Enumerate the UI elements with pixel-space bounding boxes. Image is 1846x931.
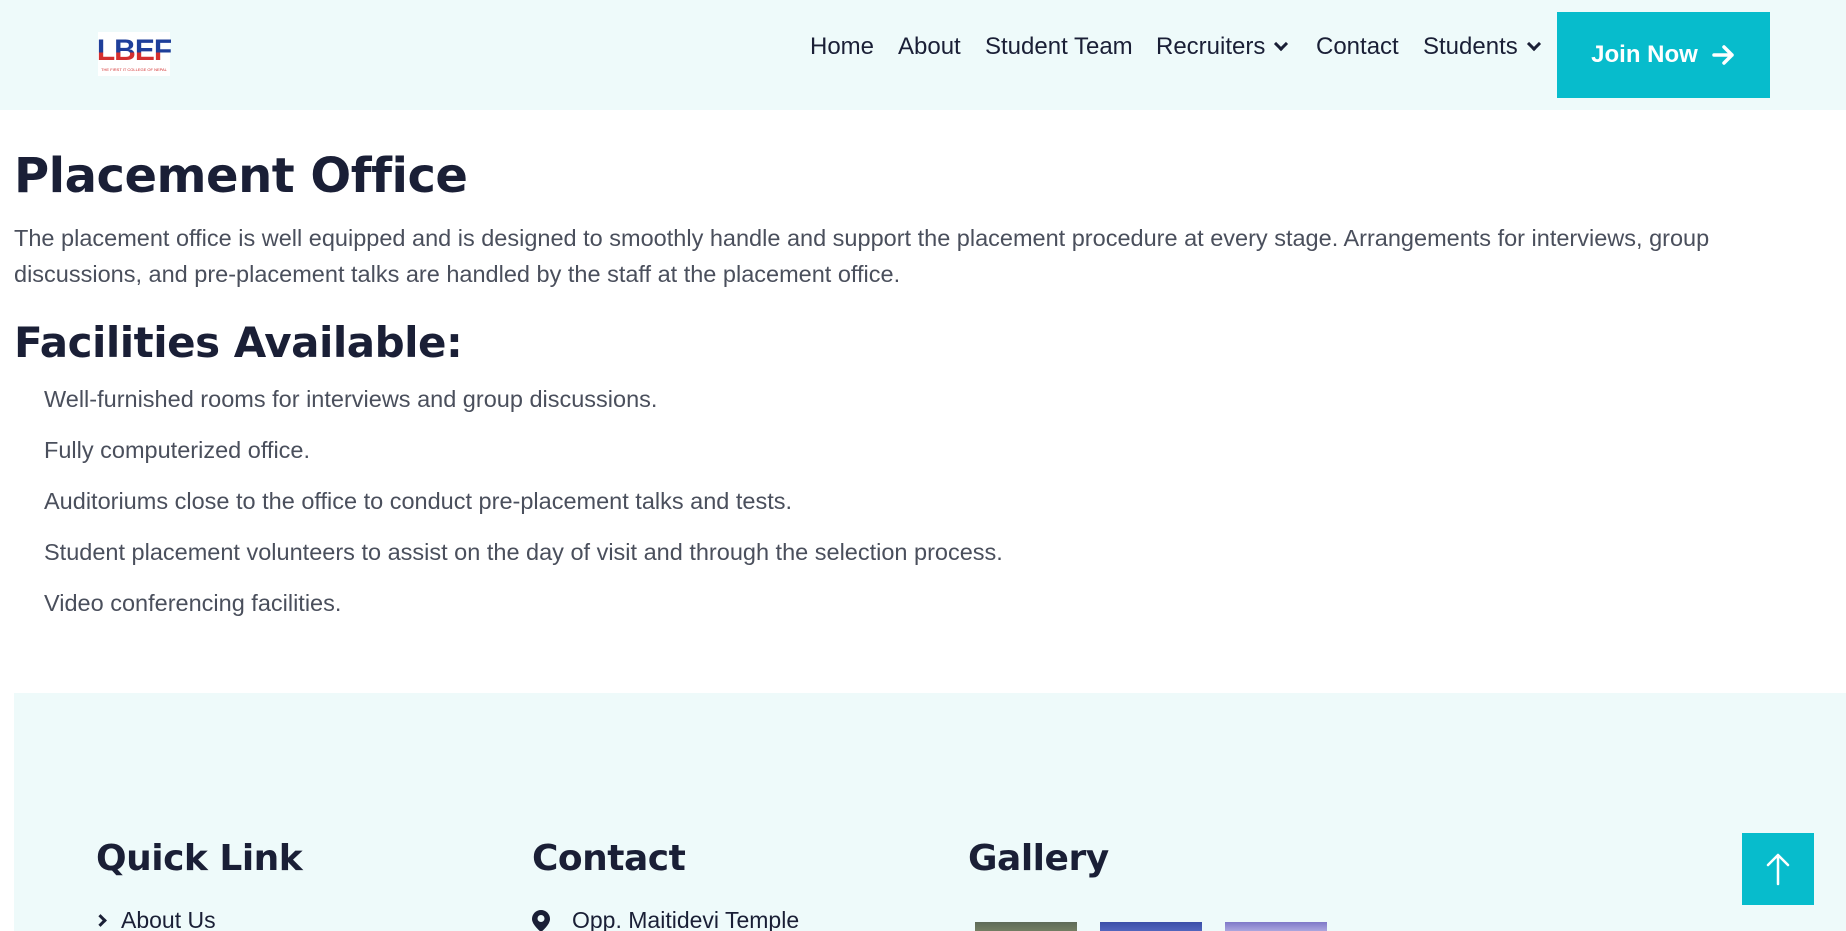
nav-recruiters[interactable]: Recruiters — [1156, 33, 1289, 61]
facilities-heading: Facilities Available: — [14, 318, 463, 367]
facility-item: Student placement volunteers to assist o… — [44, 539, 1003, 565]
join-now-label: Join Now — [1591, 41, 1698, 68]
footer-link-label: About Us — [121, 907, 216, 931]
chevron-down-icon — [1274, 36, 1289, 52]
nav-home[interactable]: Home — [810, 33, 874, 61]
site-header: LBEF THE FIRST IT COLLEGE OF NEPAL Home … — [0, 0, 1846, 110]
chevron-down-icon — [1526, 36, 1541, 52]
nav-about[interactable]: About — [898, 33, 961, 61]
scroll-to-top-button[interactable] — [1742, 833, 1814, 905]
footer-gallery-heading: Gallery — [968, 838, 1109, 879]
facility-item: Well-furnished rooms for interviews and … — [44, 386, 658, 412]
intro-paragraph: The placement office is well equipped an… — [14, 225, 1710, 287]
footer-address: Opp. Maitidevi Temple — [532, 907, 799, 931]
nav-students-label: Students — [1423, 33, 1518, 60]
gallery-thumbnail[interactable] — [975, 922, 1077, 931]
footer-contact-heading: Contact — [532, 838, 686, 879]
facility-item: Fully computerized office. — [44, 437, 311, 463]
logo-tagline: THE FIRST IT COLLEGE OF NEPAL — [101, 67, 167, 72]
chevron-right-icon — [94, 914, 107, 927]
join-now-button[interactable]: Join Now — [1557, 12, 1770, 98]
address-text: Opp. Maitidevi Temple — [572, 907, 800, 931]
footer-quick-link-heading: Quick Link — [96, 838, 303, 879]
site-footer — [14, 693, 1846, 931]
page-title: Placement Office — [14, 148, 468, 204]
gallery-thumbnail[interactable] — [1100, 922, 1202, 931]
nav-students[interactable]: Students — [1423, 33, 1541, 61]
nav-recruiters-label: Recruiters — [1156, 33, 1266, 60]
logo-text: LBEF — [96, 34, 172, 67]
arrow-up-icon — [1766, 853, 1790, 886]
arrow-right-icon — [1712, 45, 1734, 65]
facility-item: Video conferencing facilities. — [44, 590, 342, 616]
gallery-thumbnail[interactable] — [1225, 922, 1327, 931]
nav-student-team[interactable]: Student Team — [985, 33, 1133, 61]
footer-link-about-us[interactable]: About Us — [94, 907, 216, 931]
nav-contact[interactable]: Contact — [1316, 33, 1399, 61]
site-logo[interactable]: LBEF THE FIRST IT COLLEGE OF NEPAL — [96, 32, 172, 76]
map-pin-icon — [532, 909, 550, 931]
facility-item: Auditoriums close to the office to condu… — [44, 488, 793, 514]
